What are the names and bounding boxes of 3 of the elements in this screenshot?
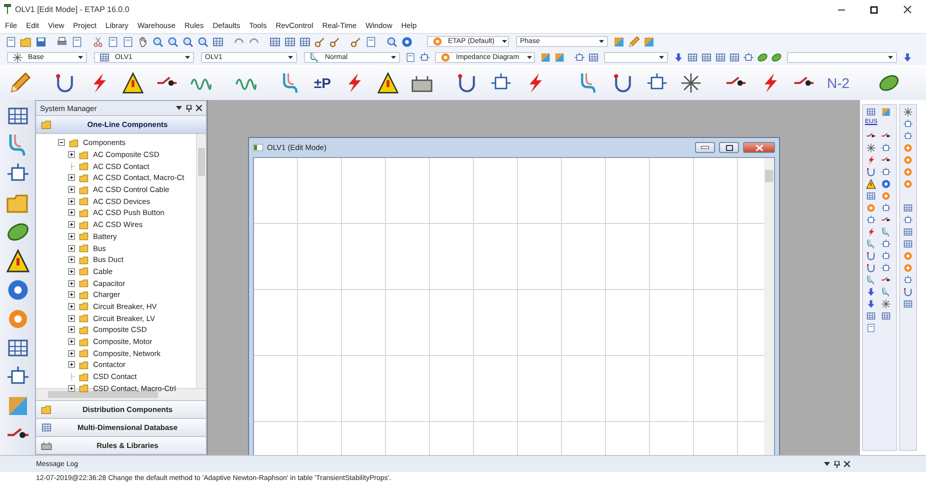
toolbar-button[interactable]: N-2	[824, 74, 853, 90]
toolbar-button[interactable]: ±P	[311, 74, 334, 90]
window-title: OLV1 [Edit Mode] - ETAP 16.0.0	[15, 4, 130, 14]
